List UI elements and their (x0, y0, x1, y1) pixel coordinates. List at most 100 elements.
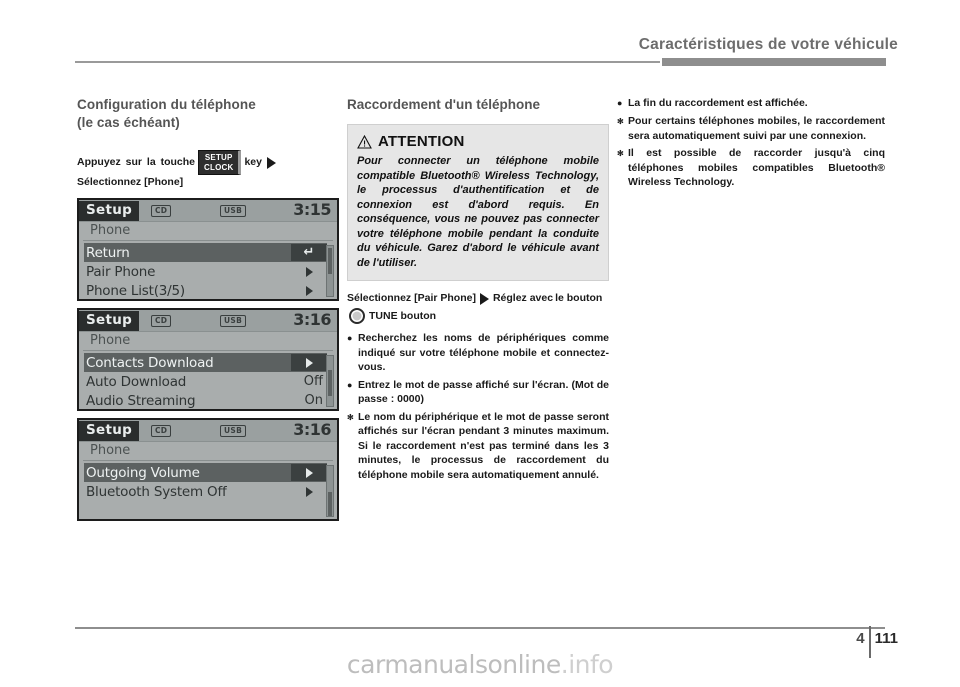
lcd-row-value: On (304, 392, 323, 408)
column-middle: Raccordement d'un téléphone ATTENTION Po… (347, 96, 609, 485)
chevron-right-icon (291, 282, 327, 299)
list-item: ● Recherchez les noms de périphériques c… (347, 331, 609, 375)
lcd-topbar: Setup CD USB 3:15 (79, 200, 337, 222)
lcd-row-bluetooth-system-off[interactable]: Bluetooth System Off (84, 482, 327, 501)
cd-icon: CD (151, 204, 172, 217)
cd-icon: CD (151, 314, 172, 327)
lcd-row-label: Audio Streaming (86, 392, 196, 409)
lcd-row-list: Contacts Download Auto Download Off Audi… (79, 351, 337, 409)
pairing-step-block: Sélectionnez [Pair Phone] Réglez avec le… (347, 291, 609, 324)
connection-bullet-list: ● La fin du raccordement est affichée. ✻… (617, 96, 885, 190)
lcd-subtitle: Phone (83, 332, 333, 351)
attention-label: ATTENTION (378, 133, 465, 150)
lcd-row-label: Outgoing Volume (86, 464, 200, 481)
pairing-bullet-list: ● Recherchez les noms de périphériques c… (347, 331, 609, 482)
lcd-row-phone-list[interactable]: Phone List(3/5) (84, 281, 327, 299)
list-item: ● Entrez le mot de passe affiché sur l'é… (347, 378, 609, 407)
list-item-text: Recherchez les noms de périphériques com… (358, 332, 609, 373)
watermark-tld: .info (560, 650, 614, 679)
key-label-line1: SETUP (204, 153, 233, 162)
lcd-row-return[interactable]: Return ↵ (84, 243, 327, 262)
instruction-text-post: key (244, 156, 262, 168)
lcd-row-list: Return ↵ Pair Phone Phone List(3/5) (79, 241, 337, 299)
lcd-row-label: Pair Phone (86, 263, 156, 280)
attention-text: Pour connecter un téléphone mobile compa… (357, 155, 599, 269)
return-icon[interactable]: ↵ (291, 244, 327, 261)
lcd-row-outgoing-volume[interactable]: Outgoing Volume (84, 463, 327, 482)
list-item: ✻ Pour certains téléphones mobiles, le r… (617, 114, 885, 143)
lcd-scrollbar[interactable] (326, 245, 334, 297)
list-item-text: Pour certains téléphones mobiles, le rac… (628, 115, 885, 142)
bullet-marker: ✻ (347, 412, 354, 422)
lcd-topbar: Setup CD USB 3:16 (79, 310, 337, 332)
list-item: ● La fin du raccordement est affichée. (617, 96, 885, 111)
column-right: ● La fin du raccordement est affichée. ✻… (617, 96, 885, 193)
setup-clock-key-graphic: SETUP CLOCK (198, 150, 242, 175)
pairing-step-mid: Réglez avec (492, 292, 554, 304)
attention-box: ATTENTION Pour connecter un téléphone mo… (347, 124, 609, 281)
footer-page-number: 4 111 (856, 626, 898, 658)
page-title: Caractéristiques de votre véhicule (638, 36, 898, 53)
lcd-clock: 3:16 (293, 310, 331, 329)
lcd-mode-label: Setup (79, 200, 140, 221)
list-item-text: Entrez le mot de passe affiché sur l'écr… (358, 378, 609, 406)
lcd-row-auto-download[interactable]: Auto Download Off (84, 372, 327, 391)
lcd-clock: 3:16 (293, 420, 331, 439)
lcd-scrollbar-thumb[interactable] (328, 248, 332, 274)
key-label-line2: CLOCK (204, 162, 234, 172)
usb-icon: USB (220, 314, 247, 327)
bullet-marker: ● (347, 379, 353, 390)
pairing-step-pre: Sélectionnez [Pair Phone] (347, 292, 476, 304)
page-number: 111 (874, 630, 898, 647)
lcd-mode-label: Setup (79, 420, 140, 441)
lcd-screens: Setup CD USB 3:15 Phone Return ↵ Pair Ph… (77, 198, 339, 521)
chevron-right-icon (291, 263, 327, 280)
bullet-marker: ● (617, 98, 623, 108)
chevron-right-icon[interactable] (291, 354, 327, 371)
instruction-block: Appuyez sur la touche SETUP CLOCK key Sé… (77, 150, 339, 190)
lcd-screen-1: Setup CD USB 3:15 Phone Return ↵ Pair Ph… (77, 198, 339, 301)
section-title-phone-pairing: Raccordement d'un téléphone (347, 97, 540, 112)
list-item-text: Il est possible de raccorder jusqu'à cin… (628, 147, 885, 188)
watermark: carmanualsonline.info (346, 650, 614, 679)
lcd-row-label: Return (86, 244, 130, 261)
lcd-scrollbar[interactable] (326, 355, 334, 407)
column-left: Configuration du téléphone (le cas échéa… (77, 96, 339, 528)
lcd-topbar: Setup CD USB 3:16 (79, 420, 337, 442)
lcd-row-contacts-download[interactable]: Contacts Download (84, 353, 327, 372)
arrow-right-icon (479, 292, 489, 305)
section-title-line2: (le cas échéant) (77, 115, 180, 130)
lcd-row-pair-phone[interactable]: Pair Phone (84, 262, 327, 281)
lcd-mode-label: Setup (79, 310, 140, 331)
usb-icon: USB (220, 204, 247, 217)
section-title-phone-setup: Configuration du téléphone (le cas échéa… (77, 96, 339, 132)
list-item-text: Le nom du périphérique et le mot de pass… (358, 410, 609, 481)
lcd-scrollbar[interactable] (326, 465, 334, 517)
bullet-marker: ● (347, 333, 353, 343)
lcd-row-label: Contacts Download (86, 354, 214, 371)
lcd-row-label: Bluetooth System Off (86, 483, 227, 500)
lcd-clock: 3:15 (293, 200, 331, 219)
lcd-subtitle: Phone (83, 442, 333, 461)
lcd-row-audio-streaming[interactable]: Audio Streaming On (84, 391, 327, 409)
lcd-scrollbar-thumb[interactable] (328, 370, 332, 396)
instruction-line-1: Appuyez sur la touche SETUP CLOCK key (77, 150, 339, 175)
usb-icon: USB (220, 424, 247, 437)
lcd-subtitle: Phone (83, 222, 333, 241)
cd-icon: CD (151, 424, 172, 437)
pairing-step-post: le bouton (555, 292, 603, 304)
footer-divider (868, 626, 871, 658)
lcd-screen-3: Setup CD USB 3:16 Phone Outgoing Volume … (77, 418, 339, 521)
lcd-scrollbar-thumb[interactable] (328, 492, 332, 516)
chevron-right-icon[interactable] (291, 464, 327, 481)
tune-knob-icon (349, 308, 365, 324)
lcd-screen-2: Setup CD USB 3:16 Phone Contacts Downloa… (77, 308, 339, 411)
chevron-right-icon (291, 483, 327, 500)
pairing-step-line: Sélectionnez [Pair Phone] Réglez avec le… (347, 291, 609, 324)
warning-triangle-icon (357, 134, 372, 149)
watermark-name: carmanualsonline (346, 650, 561, 679)
arrow-right-icon (266, 156, 276, 169)
lcd-row-label: Auto Download (86, 373, 187, 390)
instruction-line-2: Sélectionnez [Phone] (77, 176, 184, 188)
header-rule-accent (660, 58, 888, 66)
